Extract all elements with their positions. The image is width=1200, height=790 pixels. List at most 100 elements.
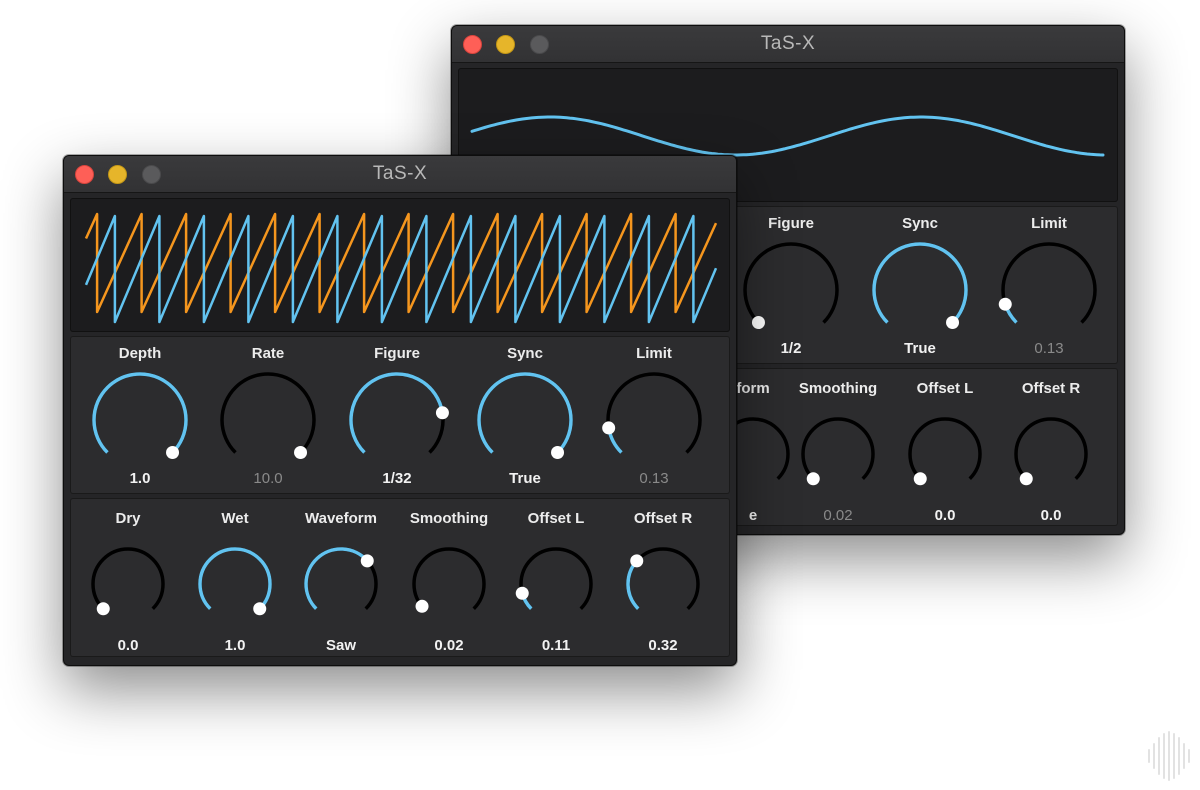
knob-value-arc <box>304 547 369 610</box>
knob-value: 1/32 <box>382 470 412 487</box>
knob-track <box>908 417 982 480</box>
offset-r-knob[interactable]: Offset R 0.0 <box>1001 380 1101 530</box>
knob-label: Rate <box>251 345 285 362</box>
knob-handle <box>435 406 449 420</box>
knob-panel-row-2: Dry 0.0 Wet 1.0 Waveform Saw Smoothing 0.02 … <box>70 498 730 657</box>
knob-dial[interactable] <box>472 367 578 473</box>
figure-knob[interactable]: Figure 1/32 <box>344 345 450 495</box>
window-title: TaS-X <box>760 33 816 54</box>
knob-dial[interactable] <box>215 367 321 473</box>
knob-dial[interactable] <box>344 367 450 473</box>
knob-value: 10.0 <box>253 470 283 487</box>
knob-value: 0.32 <box>648 637 678 654</box>
knob-dial[interactable] <box>867 237 973 343</box>
knob-handle <box>515 586 529 600</box>
offset-r-knob[interactable]: Offset R 0.32 <box>613 510 713 660</box>
rate-knob[interactable]: Rate 10.0 <box>218 345 318 495</box>
knob-label: Sync <box>507 345 543 362</box>
smoothing-knob[interactable]: Smoothing 0.02 <box>788 380 888 530</box>
knob-label: Sync <box>902 215 938 232</box>
waveform-knob[interactable]: Waveform Saw <box>291 510 391 660</box>
knob-label: Figure <box>374 345 420 362</box>
limit-knob[interactable]: Limit 0.13 <box>996 215 1102 365</box>
knob-dial[interactable] <box>299 542 383 626</box>
offset-l-knob[interactable]: Offset L 0.11 <box>506 510 606 660</box>
knob-handle <box>294 446 308 460</box>
wet-knob[interactable]: Wet 1.0 <box>185 510 285 660</box>
window-titlebar[interactable]: TaS-X <box>452 26 1124 63</box>
knob-value: 0.13 <box>1034 340 1064 357</box>
waveform-display <box>70 198 730 332</box>
knob-dial[interactable] <box>996 237 1102 343</box>
knob-handle <box>806 472 820 486</box>
knob-value-arc <box>872 242 968 324</box>
knob-handle <box>253 602 267 616</box>
knob-track <box>91 547 165 610</box>
smoothing-knob[interactable]: Smoothing 0.02 <box>399 510 499 660</box>
knob-handle <box>913 472 927 486</box>
knob-handle <box>96 602 110 616</box>
knob-dial[interactable] <box>514 542 598 626</box>
sine-wave-line <box>470 115 1105 157</box>
knob-dial[interactable] <box>193 542 277 626</box>
knob-handle <box>360 554 374 568</box>
knob-label: Offset R <box>633 510 693 527</box>
offset-l-knob[interactable]: Offset L 0.0 <box>895 380 995 530</box>
knob-handle <box>551 446 565 460</box>
knob-dial[interactable] <box>796 412 880 496</box>
knob-value-arc <box>349 372 445 454</box>
dry-knob[interactable]: Dry 0.0 <box>78 510 178 660</box>
knob-handle <box>751 316 765 330</box>
knob-handle <box>415 599 429 613</box>
knob-value-arc <box>477 372 573 454</box>
knob-track <box>1001 242 1097 324</box>
knob-track <box>801 417 875 480</box>
knob-label: Depth <box>118 345 162 362</box>
depth-knob[interactable]: Depth 1.0 <box>90 345 190 495</box>
knob-handle <box>166 446 180 460</box>
knob-dial[interactable] <box>903 412 987 496</box>
knob-dial[interactable] <box>1009 412 1093 496</box>
knob-handle <box>630 554 644 568</box>
knob-handle <box>1019 472 1033 486</box>
sync-knob[interactable]: Sync True <box>475 345 575 495</box>
knob-value-arc <box>92 372 188 454</box>
knob-value: 1/2 <box>780 340 802 357</box>
knob-dial[interactable] <box>86 542 170 626</box>
window-titlebar[interactable]: TaS-X <box>64 156 736 193</box>
knob-dial[interactable] <box>601 367 707 473</box>
knob-value: 0.0 <box>1040 507 1062 524</box>
knob-dial[interactable] <box>621 542 705 626</box>
knob-track <box>743 242 839 324</box>
knob-track <box>1014 417 1088 480</box>
knob-track <box>606 372 702 454</box>
knob-track <box>519 547 593 610</box>
knob-dial[interactable] <box>738 237 844 343</box>
knob-value: 1.0 <box>129 470 151 487</box>
sync-knob[interactable]: Sync True <box>870 215 970 365</box>
knob-handle <box>998 297 1012 311</box>
knob-label: Limit <box>636 345 672 362</box>
knob-value: True <box>509 470 541 487</box>
knob-track <box>220 372 316 454</box>
window-title: TaS-X <box>372 163 428 184</box>
front-plugin-window: TaS-X Depth 1.0 Rate 10.0 Figure 1/32 Sync T… <box>63 155 737 666</box>
knob-handle <box>602 421 616 435</box>
knob-dial[interactable] <box>407 542 491 626</box>
saw-wave-plot <box>84 212 718 324</box>
knob-value: True <box>904 340 936 357</box>
knob-track <box>412 547 486 610</box>
knob-dial[interactable] <box>87 367 193 473</box>
knob-label: Limit <box>1031 215 1067 232</box>
limit-knob[interactable]: Limit 0.13 <box>601 345 707 495</box>
knob-value-arc <box>626 559 640 610</box>
knob-value-arc <box>198 547 272 610</box>
knob-label: Offset R <box>1021 380 1081 397</box>
logo-watermark-icon <box>1148 731 1190 781</box>
saw-wave-left-line <box>84 212 718 314</box>
knob-value: 0.13 <box>639 470 669 487</box>
knob-handle <box>946 316 960 330</box>
knob-panel-row-1: Depth 1.0 Rate 10.0 Figure 1/32 Sync True Li… <box>70 336 730 494</box>
knob-label: Figure <box>768 215 814 232</box>
figure-knob[interactable]: Figure 1/2 <box>741 215 841 365</box>
